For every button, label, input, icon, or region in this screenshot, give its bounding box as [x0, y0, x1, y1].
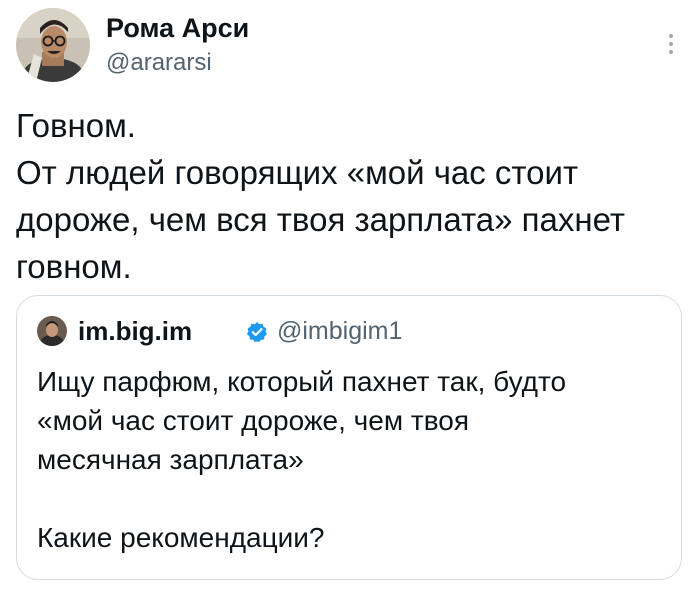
- verified-badge-icon: [247, 322, 267, 343]
- quoted-text-blank-line: [37, 479, 657, 518]
- tweet-text-line: От людей говорящих «мой час стоит: [16, 154, 579, 191]
- tweet: Рома Арси @arararsi Говном. От людей гов…: [0, 0, 700, 595]
- tweet-header: Рома Арси @arararsi: [16, 8, 684, 82]
- author-display-name[interactable]: Рома Арси: [106, 12, 249, 44]
- quoted-author-display-name: im.big.im: [78, 316, 193, 346]
- quoted-text-line: месячная зарплата»: [37, 444, 304, 475]
- tweet-text-line: говном.: [16, 248, 132, 285]
- quoted-author-handle: @imbigim1: [277, 317, 403, 345]
- avatar-image: [16, 8, 90, 82]
- tweet-text-line: Говном.: [16, 107, 136, 144]
- quoted-tweet-text: Ищу парфюм, который пахнет так, будто «м…: [37, 362, 657, 557]
- quoted-avatar-image: [37, 316, 67, 346]
- tweet-text-line: дороже, чем вся твоя зарплата» пахнет: [16, 201, 626, 238]
- quoted-tweet-header: im.big.im @imbigim1: [37, 316, 657, 346]
- quoted-author-avatar: [37, 316, 67, 346]
- author-handle[interactable]: @arararsi: [106, 48, 249, 78]
- tweet-text: Говном. От людей говорящих «мой час стои…: [16, 102, 684, 290]
- more-options-icon[interactable]: [664, 30, 678, 60]
- quoted-tweet-card[interactable]: im.big.im @imbigim1 Ищу парфюм, который …: [16, 295, 682, 580]
- author-avatar[interactable]: [16, 8, 90, 82]
- quoted-text-line: Ищу парфюм, который пахнет так, будто: [37, 366, 567, 397]
- author-names: Рома Арси @arararsi: [106, 12, 249, 78]
- quoted-text-line: «мой час стоит дороже, чем твоя: [37, 405, 469, 436]
- quoted-text-line: Какие рекомендации?: [37, 522, 325, 553]
